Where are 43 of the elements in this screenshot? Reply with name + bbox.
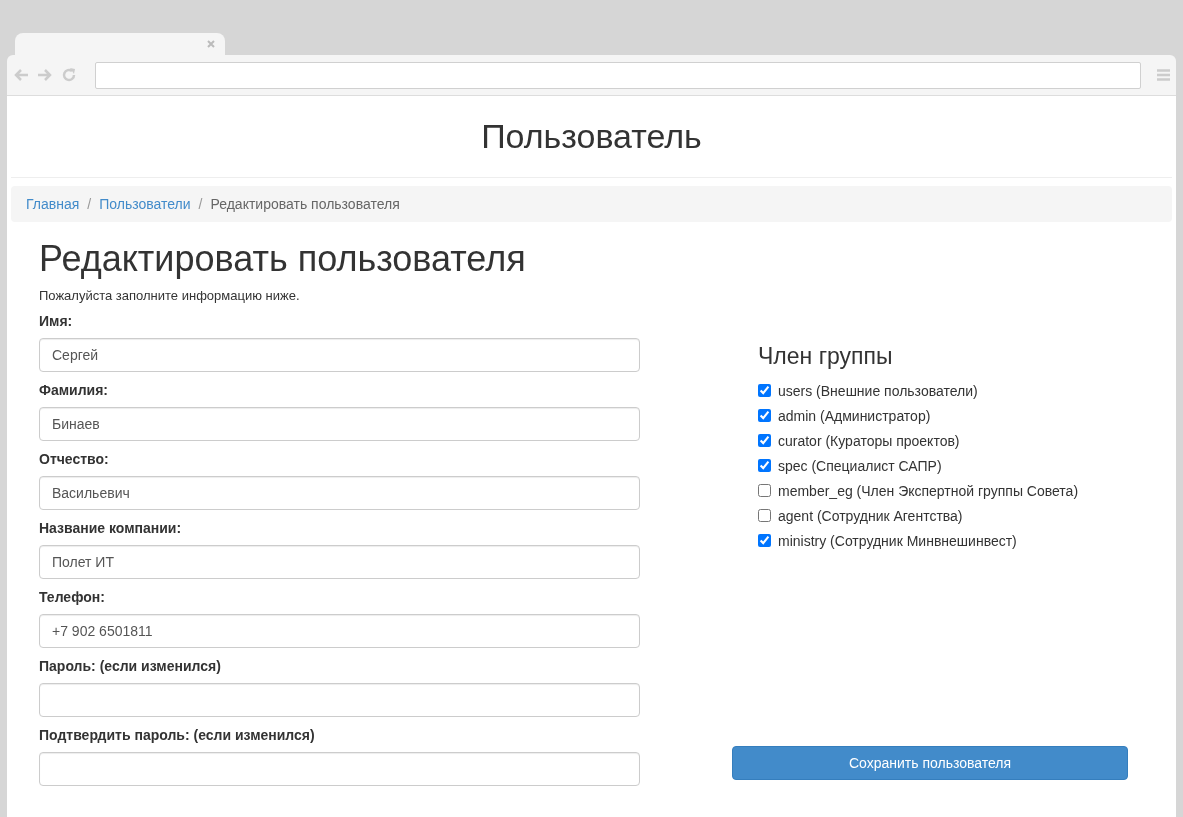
checkbox[interactable] xyxy=(758,409,771,422)
checkbox-label: agent (Сотрудник Агентства) xyxy=(778,507,963,524)
close-icon[interactable] xyxy=(207,40,215,48)
checkbox-label: users (Внешние пользователи) xyxy=(778,382,978,399)
input-field[interactable]: Полет ИТ xyxy=(39,545,640,579)
field-label: Отчество: xyxy=(39,451,110,469)
input-field[interactable] xyxy=(39,752,640,786)
checkbox-label: spec (Специалист САПР) xyxy=(778,457,942,474)
breadcrumb-separator: / xyxy=(86,196,93,212)
field-label: Имя: xyxy=(39,313,74,331)
group-heading: Член группы xyxy=(758,343,894,370)
checkbox-label: curator (Кураторы проектов) xyxy=(778,432,960,449)
page-title: Пользователь xyxy=(11,96,1172,178)
checkbox[interactable] xyxy=(758,509,771,522)
input-field[interactable]: Сергей xyxy=(39,338,640,372)
checkbox[interactable] xyxy=(758,384,771,397)
field-label: Подтвердить пароль: (если изменился) xyxy=(39,727,316,745)
checkbox[interactable] xyxy=(758,434,771,447)
input-field[interactable]: Васильевич xyxy=(39,476,640,510)
menu-icon[interactable] xyxy=(1157,69,1170,81)
field-label: Телефон: xyxy=(39,589,106,607)
checkbox[interactable] xyxy=(758,484,771,497)
checkbox[interactable] xyxy=(758,534,771,547)
checkbox-label: member_eg (Член Экспертной группы Совета) xyxy=(778,482,1079,499)
forward-arrow-icon[interactable] xyxy=(37,68,53,82)
form-heading: Редактировать пользователя xyxy=(39,238,527,280)
checkbox-label: ministry (Сотрудник Минвнешинвест) xyxy=(778,532,1017,549)
form-intro: Пожалуйста заполните информацию ниже. xyxy=(39,288,301,303)
input-field[interactable] xyxy=(39,683,640,717)
current-page-label: Редактировать пользователя xyxy=(210,196,400,212)
checkbox-label: admin (Администратор) xyxy=(778,407,931,424)
browser-tab[interactable] xyxy=(15,33,225,55)
field-label: Название компании: xyxy=(39,520,183,538)
field-label: Пароль: (если изменился) xyxy=(39,658,222,676)
save-button[interactable]: Сохранить пользователя xyxy=(732,746,1128,780)
address-bar[interactable] xyxy=(95,61,1141,89)
reload-icon[interactable] xyxy=(61,67,77,83)
input-field[interactable]: +7 902 6501811 xyxy=(39,614,640,648)
checkbox[interactable] xyxy=(758,459,771,472)
breadcrumb-separator: / xyxy=(197,196,204,212)
back-arrow-icon[interactable] xyxy=(13,68,29,82)
input-field[interactable]: Бинаев xyxy=(39,407,640,441)
field-label: Фамилия: xyxy=(39,382,110,400)
